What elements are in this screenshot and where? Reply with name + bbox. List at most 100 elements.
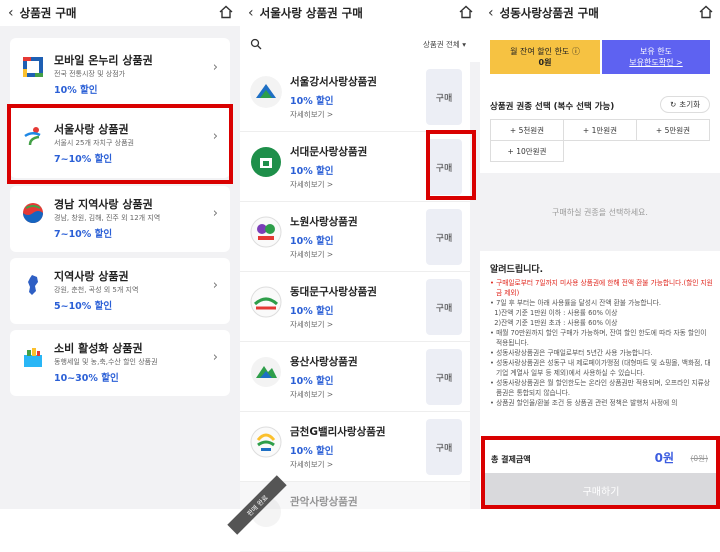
notice-title: 알려드립니다.: [490, 265, 544, 275]
buy-button[interactable]: 구매: [426, 419, 462, 475]
notice-item: • 구매일로부터 7일까지 미사용 상품권에 한해 전액 환불 가능합니다.(할…: [490, 279, 713, 297]
list-item: 금천G밸리사랑상품권 10% 할인 자세히보기 > 구매: [240, 412, 470, 482]
back-arrow-icon[interactable]: ‹: [248, 6, 254, 20]
payment-amount: 0원: [654, 451, 674, 465]
card-gyeongnam[interactable]: 경남 지역사랑 상품권 경남, 창원, 김해, 진주 외 12개 지역 7~10…: [10, 186, 230, 252]
refresh-icon: ↻: [670, 100, 677, 109]
detail-link[interactable]: 자세히보기 >: [290, 319, 333, 330]
holding-limit-link[interactable]: 보유한도확인 >: [629, 57, 682, 68]
monthly-limit-box: 월 잔여 할인 한도 ⓘ 0원: [490, 40, 600, 74]
card-consumption[interactable]: 소비 활성화 상품권 동행세일 및 농,축,수산 할인 상품권 10~30% 할…: [10, 330, 230, 396]
detail-link[interactable]: 자세히보기 >: [290, 459, 333, 470]
gyeongnam-logo-icon: [23, 203, 43, 223]
notice-item: • 성동사랑상품권은 월 할인한도는 온라인 상품권만 적용되며, 오프라인 지…: [490, 379, 710, 397]
list-item: 동대문구사랑상품권 10% 할인 자세히보기 > 구매: [240, 272, 470, 342]
chip-5000[interactable]: + 5천원권: [490, 119, 564, 141]
nowon-logo-icon: [250, 216, 282, 248]
limit-value: 0원: [538, 58, 552, 67]
list-item: 용산사랑상품권 10% 할인 자세히보기 > 구매: [240, 342, 470, 412]
detail-link[interactable]: 자세히보기 >: [290, 109, 333, 120]
header-bar: ‹ 상품권 구매: [0, 0, 240, 26]
detail-link[interactable]: 자세히보기 >: [290, 179, 333, 190]
holding-limit-label: 보유 한도: [640, 47, 672, 56]
list-item: 서울강서사랑상품권 10% 할인 자세히보기 > 구매: [240, 62, 470, 132]
card-local[interactable]: 지역사랑 상품권 강원, 춘천, 곡성 외 5개 지역 5~10% 할인 ›: [10, 258, 230, 324]
search-icon[interactable]: [250, 38, 262, 50]
chip-50000[interactable]: + 5만원권: [636, 119, 710, 141]
holding-limit-box: 보유 한도 보유한도확인 >: [602, 40, 710, 74]
home-icon[interactable]: [218, 4, 234, 20]
chevron-right-icon: ›: [212, 206, 218, 221]
list-item: 노원사랑상품권 10% 할인 자세히보기 > 구매: [240, 202, 470, 272]
page-title: 서울사랑 상품권 구매: [259, 6, 363, 20]
back-arrow-icon[interactable]: ‹: [488, 6, 494, 20]
card-subtitle: 서울시 25개 자치구 상품권: [54, 139, 134, 147]
payment-bar: 총 결제금액 0원 (0원) 구매하기: [481, 438, 720, 509]
limit-label[interactable]: 월 잔여 할인 한도 ⓘ: [510, 46, 580, 57]
buy-button[interactable]: 구매: [426, 279, 462, 335]
notice-item: • 성동사랑상품권은 성동구 내 제로페이가맹점 (대형마트 및 쇼핑몰, 백화…: [490, 359, 711, 377]
voucher-discount: 10% 할인: [290, 96, 334, 107]
dongdaemun-logo-icon: [250, 286, 282, 318]
card-subtitle: 동행세일 및 농,축,수산 할인 상품권: [54, 358, 158, 366]
card-subtitle: 경남, 창원, 김해, 진주 외 12개 지역: [54, 214, 161, 222]
purchase-button[interactable]: 구매하기: [485, 473, 717, 507]
chevron-right-icon: ›: [212, 60, 218, 75]
chip-100000[interactable]: + 10만원권: [490, 140, 564, 162]
notice-item: • 상품권 할인율/환불 조건 등 상품권 관련 정책은 발행처 사정에 의: [490, 399, 678, 407]
card-seoul[interactable]: 서울사랑 상품권 서울시 25개 자치구 상품권 7~10% 할인 ›: [10, 107, 230, 178]
voucher-discount: 10% 할인: [290, 236, 334, 247]
card-title: 경남 지역사랑 상품권: [54, 198, 153, 211]
notice-item: 1)잔액 기준 1만원 이하 : 사용률 60% 이상: [494, 309, 618, 317]
payment-original: (0원): [690, 454, 708, 463]
detail-link[interactable]: 자세히보기 >: [290, 389, 333, 400]
buy-button[interactable]: 구매: [426, 349, 462, 405]
reset-label: 초기화: [679, 100, 700, 109]
back-arrow-icon[interactable]: ‹: [8, 6, 14, 20]
panel-seongdong-purchase: ‹ 성동사랑상품권 구매 월 잔여 할인 한도 ⓘ 0원 보유 한도 보유한도확…: [480, 0, 720, 509]
voucher-name: 금천G밸리사랑상품권: [290, 426, 386, 438]
voucher-discount: 10% 할인: [290, 166, 334, 177]
search-row: 상품권 전체 ▾: [240, 26, 480, 62]
chevron-right-icon: ›: [212, 129, 218, 144]
list-item: 서대문사랑상품권 10% 할인 자세히보기 > 구매: [240, 132, 470, 202]
voucher-name: 용산사랑상품권: [290, 356, 358, 368]
panel-voucher-purchase: ‹ 상품권 구매 모바일 온누리 상품권 전국 전통시장 및 상점가 10% 할…: [0, 0, 240, 509]
page-title: 성동사랑상품권 구매: [499, 6, 599, 20]
voucher-name: 동대문구사랑상품권: [290, 286, 377, 298]
buy-button[interactable]: 구매: [426, 69, 462, 125]
sort-dropdown[interactable]: 상품권 전체 ▾: [423, 39, 466, 50]
card-group-primary: 모바일 온누리 상품권 전국 전통시장 및 상점가 10% 할인 › 서울사랑 …: [10, 38, 230, 178]
buy-button[interactable]: 구매: [426, 209, 462, 265]
voucher-discount: 10% 할인: [290, 376, 334, 387]
card-discount: 7~10% 할인: [54, 154, 113, 165]
payment-label: 총 결제금액: [491, 455, 531, 464]
empty-message: 구매하실 권종을 선택하세요.: [480, 173, 720, 251]
voucher-discount: 10% 할인: [290, 306, 334, 317]
card-discount: 5~10% 할인: [54, 301, 113, 312]
home-icon[interactable]: [458, 4, 474, 20]
notice-list: • 구매일로부터 7일까지 미사용 상품권에 한해 전액 환불 가능합니다.(할…: [490, 278, 714, 408]
card-title: 소비 활성화 상품권: [54, 342, 143, 355]
detail-link[interactable]: 자세히보기 >: [290, 249, 333, 260]
korea-map-icon: [28, 275, 38, 295]
chevron-right-icon: ›: [212, 278, 218, 293]
card-title: 지역사랑 상품권: [54, 270, 129, 283]
card-title: 모바일 온누리 상품권: [54, 54, 153, 67]
card-discount: 7~10% 할인: [54, 229, 113, 240]
card-discount: 10% 할인: [54, 85, 98, 96]
notice-item: 2)잔액 기준 1만원 초과 : 사용률 60% 이상: [494, 319, 618, 327]
home-icon[interactable]: [698, 4, 714, 20]
seoul-logo-icon: [24, 127, 41, 146]
reset-button[interactable]: ↻ 초기화: [660, 96, 710, 113]
card-title: 서울사랑 상품권: [54, 123, 129, 136]
yongsan-logo-icon: [251, 357, 281, 387]
notice-item: • 7일 후 부터는 아래 사용률을 달성시 잔액 환불 가능합니다.: [490, 299, 661, 307]
voucher-name: 관악사랑상품권: [290, 496, 358, 508]
voucher-name: 서대문사랑상품권: [290, 146, 368, 158]
voucher-name: 노원사랑상품권: [290, 216, 358, 228]
header-bar: ‹ 서울사랑 상품권 구매: [240, 0, 480, 26]
chip-10000[interactable]: + 1만원권: [563, 119, 637, 141]
card-onnuri[interactable]: 모바일 온누리 상품권 전국 전통시장 및 상점가 10% 할인 ›: [10, 38, 230, 106]
buy-button[interactable]: 구매: [426, 139, 462, 195]
